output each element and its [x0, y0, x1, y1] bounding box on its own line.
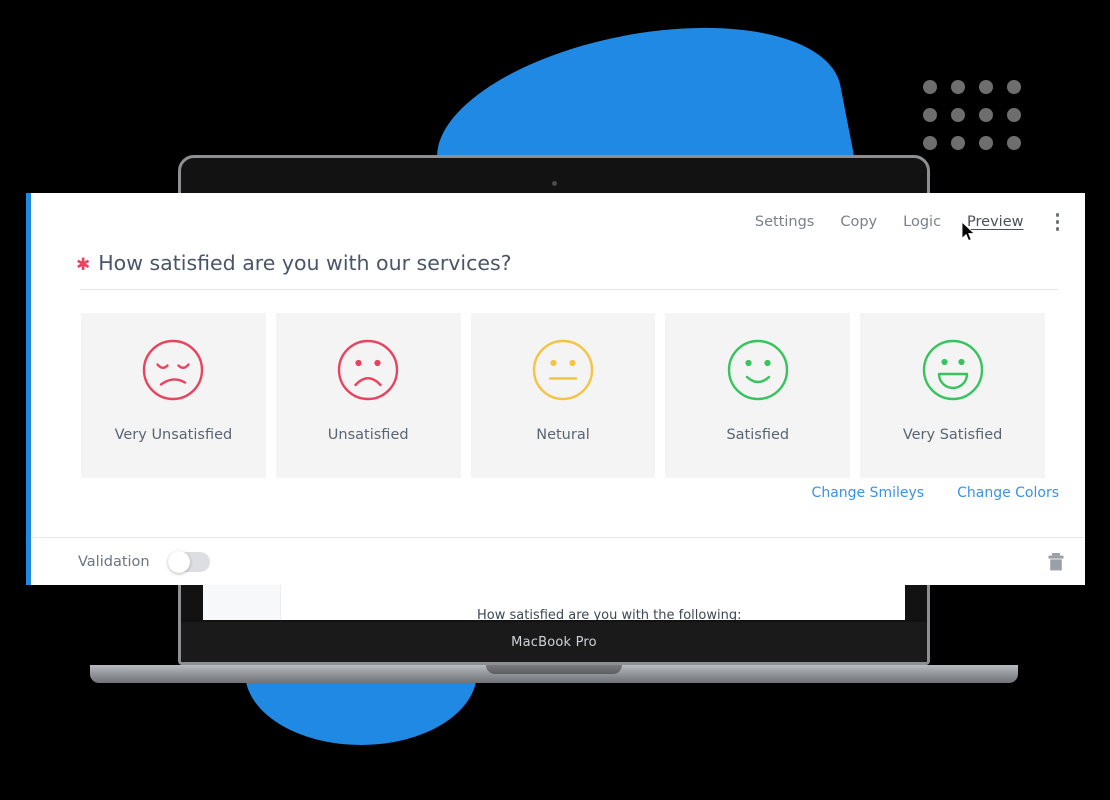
change-smileys-link[interactable]: Change Smileys: [812, 485, 925, 501]
grid-dot: [951, 136, 965, 150]
grid-dot: [923, 80, 937, 94]
face-very-unsatisfied-icon: [142, 339, 204, 405]
validation-toggle[interactable]: [167, 550, 210, 573]
option-label: Netural: [536, 427, 590, 443]
grid-dot: [951, 108, 965, 122]
dot-grid-decoration: [923, 80, 1021, 150]
grid-dot: [979, 136, 993, 150]
required-marker-icon: ✱: [76, 255, 91, 275]
option-satisfied[interactable]: Satisfied: [665, 313, 851, 478]
validation-label: Validation: [78, 553, 150, 570]
grid-dot: [923, 108, 937, 122]
option-very-satisfied[interactable]: Very Satisfied: [860, 313, 1045, 478]
option-label: Satisfied: [726, 427, 790, 443]
question-title[interactable]: How satisfied are you with our services?: [98, 251, 511, 275]
grid-dot: [1007, 80, 1021, 94]
settings-button[interactable]: Settings: [755, 214, 814, 230]
editor-toolbar: Settings Copy Logic Preview: [755, 211, 1065, 233]
face-very-satisfied-icon: [922, 339, 984, 405]
option-label: Unsatisfied: [327, 427, 409, 443]
grid-dot: [1007, 136, 1021, 150]
option-very-unsatisfied[interactable]: Very Unsatisfied: [81, 313, 266, 478]
stage-background: How satisfied are you with the following…: [0, 0, 1110, 800]
question-underline-divider: [80, 289, 1058, 290]
change-links: Change Smileys Change Colors: [812, 485, 1059, 501]
option-label: Very Unsatisfied: [114, 427, 233, 443]
kebab-menu-icon[interactable]: [1050, 211, 1066, 233]
webcam-icon: [551, 181, 557, 186]
grid-dot: [979, 80, 993, 94]
trash-icon: [1048, 552, 1064, 570]
option-unsatisfied[interactable]: Unsatisfied: [275, 313, 461, 478]
validation-bar: Validation: [31, 537, 1085, 585]
face-satisfied-icon: [727, 339, 789, 405]
grid-dot: [923, 136, 937, 150]
grid-dot: [1007, 108, 1021, 122]
laptop-chin: MacBook Pro: [181, 622, 927, 662]
face-neutral-icon: [532, 339, 594, 405]
option-neutral[interactable]: Netural: [470, 313, 656, 478]
preview-button[interactable]: Preview: [967, 214, 1023, 230]
delete-question-button[interactable]: [1047, 552, 1065, 572]
option-label: Very Satisfied: [902, 427, 1003, 443]
change-colors-link[interactable]: Change Colors: [957, 485, 1059, 501]
copy-button[interactable]: Copy: [840, 214, 877, 230]
question-editor-card: Settings Copy Logic Preview ✱ How satisf…: [26, 193, 1085, 585]
question-header: ✱ How satisfied are you with our service…: [76, 251, 1059, 275]
logic-button[interactable]: Logic: [903, 214, 941, 230]
laptop-base-notch: [486, 665, 622, 674]
grid-dot: [951, 80, 965, 94]
screen-question-text: How satisfied are you with the following…: [477, 608, 742, 620]
smiley-options: Very Unsatisfied Unsatisfied Netural Sat…: [81, 313, 1045, 478]
face-unsatisfied-icon: [337, 339, 399, 405]
grid-dot: [979, 108, 993, 122]
toggle-knob: [167, 550, 190, 573]
laptop-brand-label: MacBook Pro: [511, 634, 597, 650]
